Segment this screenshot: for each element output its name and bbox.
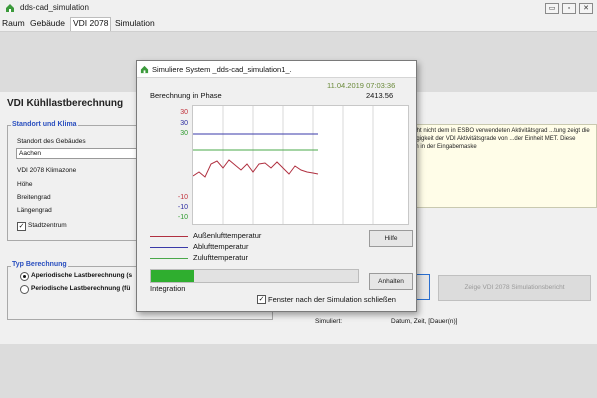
run-simulation-button-edge[interactable] — [415, 274, 430, 300]
legend-swatch-outdoor — [150, 236, 188, 237]
legend-outdoor-label: Außenlufttemperatur — [193, 231, 262, 240]
activity-note: ...spricht nicht dem in ESBO verwendeten… — [395, 124, 597, 208]
building-location-label: Standort des Gebäudes — [17, 138, 86, 145]
phase-value: 2413.56 — [366, 91, 394, 100]
progress-fill — [151, 270, 194, 282]
latitude-label: Breitengrad — [17, 194, 51, 201]
simulated-label: Simuliert: — [315, 318, 343, 325]
window-titlebar: dds-cad_simulation ▭ ▫ ✕ — [0, 0, 597, 17]
menu-bar: Raum Gebäude VDI 2078 Simulation — [0, 17, 597, 32]
timestamp: 11.04.2019 07:03:36 — [327, 81, 396, 90]
aperiodic-label: Aperiodische Lastberechnung (s — [31, 272, 133, 279]
stop-button[interactable]: Anhalten — [369, 273, 413, 290]
activity-note-text: ...spricht nicht dem in ESBO verwendeten… — [399, 128, 590, 150]
outdoor-air-line — [193, 159, 319, 178]
close-after-checkbox[interactable]: ✓ — [257, 295, 266, 304]
building-location-select[interactable]: Aachen — [16, 148, 138, 159]
app-house-icon — [6, 4, 14, 12]
simulated-value: Datum, Zeit, [Dauer(n)] — [391, 318, 458, 325]
periodic-radio[interactable] — [20, 285, 29, 294]
integration-progress-bar — [150, 269, 359, 283]
city-center-checkbox[interactable]: ✓ — [17, 222, 26, 231]
legend-swatch-exhaust — [150, 247, 188, 248]
close-button[interactable]: ✕ — [579, 3, 593, 14]
y-tick-red-top: 30 — [180, 109, 188, 116]
y-tick-green-bottom: -10 — [177, 214, 188, 221]
legend-swatch-supply — [150, 258, 188, 259]
maximize-button[interactable]: ▫ — [562, 3, 576, 14]
climate-zone-label: VDI 2078 Klimazone — [17, 167, 77, 174]
legend-exhaust-label: Ablufttemperatur — [193, 242, 249, 251]
calc-type-title: Typ Berechnung — [11, 261, 68, 268]
y-tick-green-top: 30 — [180, 130, 188, 137]
y-tick-blue-top: 30 — [180, 120, 188, 127]
simulation-dialog: Simuliere System _dds-cad_simulation1_. … — [136, 60, 417, 312]
menu-item-raum[interactable]: Raum — [2, 18, 25, 28]
app-house-icon — [140, 65, 149, 74]
dialog-titlebar: Simuliere System _dds-cad_simulation1_. — [137, 61, 416, 78]
minimize-button[interactable]: ▭ — [545, 3, 559, 14]
close-after-label: Fenster nach der Simulation schließen — [268, 295, 396, 304]
longitude-label: Längengrad — [17, 207, 52, 214]
page-title: VDI Kühllastberechnung — [7, 98, 124, 109]
window-title: dds-cad_simulation — [20, 3, 89, 12]
location-group-title: Standort und Klima — [11, 121, 78, 128]
show-report-button[interactable]: Zeige VDI 2078 Simulationsbericht — [438, 275, 591, 301]
menu-item-vdi2078[interactable]: VDI 2078 — [70, 17, 112, 31]
y-tick-blue-bottom: -10 — [177, 204, 188, 211]
menu-item-gebaeude[interactable]: Gebäude — [30, 18, 65, 28]
legend-supply-label: Zulufttemperatur — [193, 253, 249, 262]
y-tick-red-bottom: -10 — [177, 194, 188, 201]
city-center-label: Stadtzentrum — [28, 222, 67, 229]
phase-label: Berechnung in Phase — [150, 91, 222, 100]
help-button[interactable]: Hilfe — [369, 230, 413, 247]
periodic-label: Periodische Lastberechnung (fü — [31, 285, 131, 292]
temperature-chart — [192, 105, 409, 225]
height-label: Höhe — [17, 181, 33, 188]
aperiodic-radio[interactable] — [20, 272, 29, 281]
menu-item-simulation[interactable]: Simulation — [115, 18, 155, 28]
progress-label: Integration — [150, 284, 186, 293]
dialog-title: Simuliere System _dds-cad_simulation1_. — [152, 65, 292, 74]
